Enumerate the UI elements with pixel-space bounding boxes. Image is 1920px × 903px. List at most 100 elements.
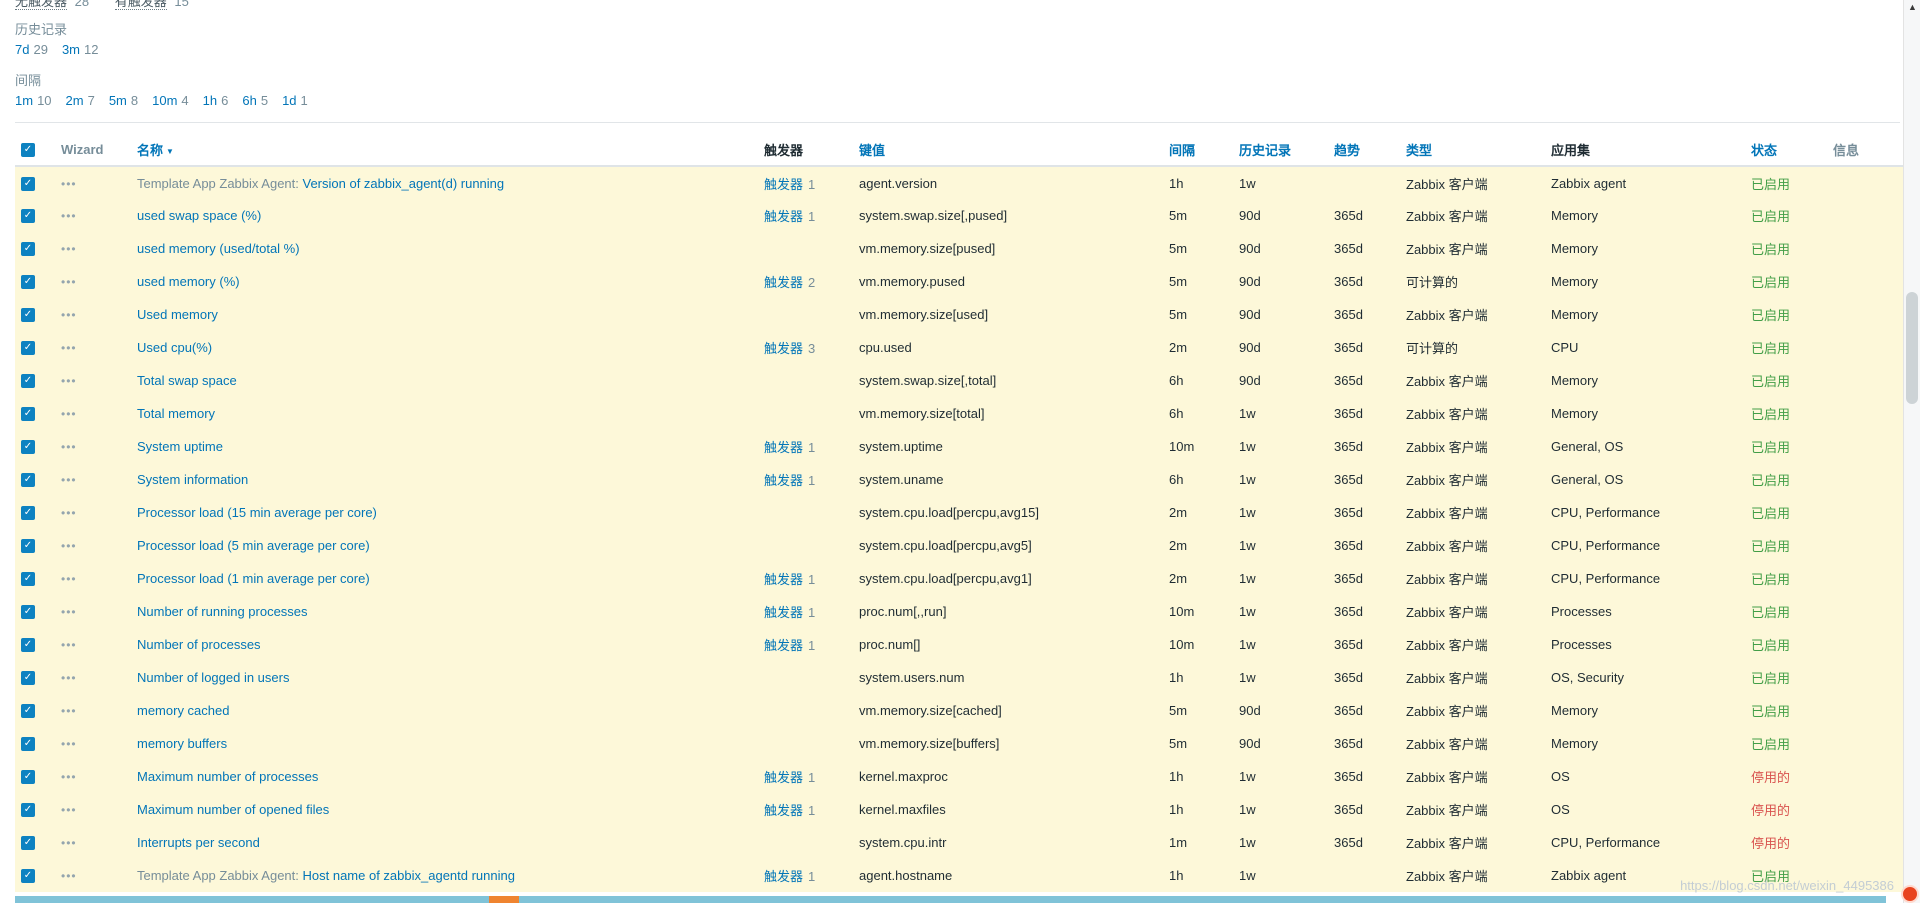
wizard-menu-icon[interactable]: •••	[61, 836, 77, 850]
item-name-link[interactable]: Maximum number of processes	[137, 769, 318, 784]
row-checkbox[interactable]: ✓	[21, 539, 35, 554]
wizard-menu-icon[interactable]: •••	[61, 374, 77, 388]
subfilter-option[interactable]: 1h 6	[203, 93, 229, 108]
sort-by-interval-link[interactable]: 间隔	[1169, 143, 1195, 158]
item-name-link[interactable]: memory buffers	[137, 736, 227, 751]
row-checkbox[interactable]: ✓	[21, 869, 35, 884]
scrollbar-thumb[interactable]	[1906, 292, 1918, 404]
subfilter-option-link[interactable]: 1d	[282, 93, 296, 108]
item-name-link[interactable]: Interrupts per second	[137, 835, 260, 850]
item-name-link[interactable]: Used cpu(%)	[137, 340, 212, 355]
item-status-link[interactable]: 已启用	[1751, 374, 1790, 389]
row-checkbox[interactable]: ✓	[21, 506, 35, 521]
trigger-link[interactable]: 触发器	[764, 177, 803, 192]
wizard-menu-icon[interactable]: •••	[61, 539, 77, 553]
subfilter-option[interactable]: 10m 4	[152, 93, 189, 108]
item-status-link[interactable]: 已启用	[1751, 671, 1790, 686]
row-checkbox[interactable]: ✓	[21, 704, 35, 719]
item-name-link[interactable]: used memory (used/total %)	[137, 241, 300, 256]
row-checkbox[interactable]: ✓	[21, 341, 35, 356]
trigger-link[interactable]: 触发器	[764, 275, 803, 290]
item-status-link[interactable]: 停用的	[1751, 803, 1790, 818]
wizard-menu-icon[interactable]: •••	[61, 440, 77, 454]
column-header-interval[interactable]: 间隔	[1161, 133, 1231, 167]
wizard-menu-icon[interactable]: •••	[61, 407, 77, 421]
column-header-type[interactable]: 类型	[1398, 133, 1543, 167]
row-checkbox[interactable]: ✓	[21, 242, 35, 257]
trigger-link[interactable]: 触发器	[764, 770, 803, 785]
item-status-link[interactable]: 已启用	[1751, 737, 1790, 752]
item-status-link[interactable]: 停用的	[1751, 836, 1790, 851]
wizard-menu-icon[interactable]: •••	[61, 308, 77, 322]
subfilter-option[interactable]: 3m 12	[62, 42, 99, 57]
wizard-menu-icon[interactable]: •••	[61, 473, 77, 487]
column-header-trends[interactable]: 趋势	[1326, 133, 1398, 167]
item-status-link[interactable]: 已启用	[1751, 275, 1790, 290]
subfilter-option-link[interactable]: 有触发器	[114, 0, 167, 10]
subfilter-option-link[interactable]: 2m	[66, 93, 84, 108]
item-status-link[interactable]: 停用的	[1751, 770, 1790, 785]
trigger-link[interactable]: 触发器	[764, 803, 803, 818]
subfilter-option[interactable]: 5m 8	[109, 93, 138, 108]
wizard-menu-icon[interactable]: •••	[61, 869, 77, 883]
item-template-prefix[interactable]: Template App Zabbix Agent:	[137, 176, 303, 191]
item-status-link[interactable]: 已启用	[1751, 704, 1790, 719]
sort-by-type-link[interactable]: 类型	[1406, 143, 1432, 158]
column-header-key[interactable]: 键值	[851, 133, 1161, 167]
select-all-checkbox[interactable]: ✓	[21, 142, 35, 157]
sort-by-key-link[interactable]: 键值	[859, 143, 885, 158]
wizard-menu-icon[interactable]: •••	[61, 605, 77, 619]
row-checkbox[interactable]: ✓	[21, 176, 35, 191]
item-status-link[interactable]: 已启用	[1751, 638, 1790, 653]
wizard-menu-icon[interactable]: •••	[61, 638, 77, 652]
item-name-link[interactable]: Number of processes	[137, 637, 261, 652]
wizard-menu-icon[interactable]: •••	[61, 209, 77, 223]
wizard-menu-icon[interactable]: •••	[61, 737, 77, 751]
row-checkbox[interactable]: ✓	[21, 605, 35, 620]
sort-by-trends-link[interactable]: 趋势	[1334, 143, 1360, 158]
item-name-link[interactable]: Processor load (1 min average per core)	[137, 571, 370, 586]
wizard-menu-icon[interactable]: •••	[61, 770, 77, 784]
subfilter-option-link[interactable]: 5m	[109, 93, 127, 108]
item-status-link[interactable]: 已启用	[1751, 209, 1790, 224]
item-name-link[interactable]: Processor load (5 min average per core)	[137, 538, 370, 553]
item-status-link[interactable]: 已启用	[1751, 440, 1790, 455]
subfilter-option[interactable]: 2m 7	[66, 93, 95, 108]
item-name-link[interactable]: Used memory	[137, 307, 218, 322]
subfilter-option[interactable]: 1m 10	[15, 93, 52, 108]
item-status-link[interactable]: 已启用	[1751, 473, 1790, 488]
item-status-link[interactable]: 已启用	[1751, 341, 1790, 356]
item-status-link[interactable]: 已启用	[1751, 177, 1790, 192]
item-name-link[interactable]: used swap space (%)	[137, 208, 261, 223]
scroll-up-icon[interactable]: ▲	[1908, 2, 1917, 12]
item-status-link[interactable]: 已启用	[1751, 308, 1790, 323]
item-status-link[interactable]: 已启用	[1751, 506, 1790, 521]
sort-by-history-link[interactable]: 历史记录	[1239, 143, 1291, 158]
column-header-history[interactable]: 历史记录	[1231, 133, 1326, 167]
item-name-link[interactable]: System uptime	[137, 439, 223, 454]
trigger-link[interactable]: 触发器	[764, 440, 803, 455]
item-name-link[interactable]: System information	[137, 472, 248, 487]
item-name-link[interactable]: Host name of zabbix_agentd running	[303, 868, 515, 883]
subfilter-option-link[interactable]: 1m	[15, 93, 33, 108]
wizard-menu-icon[interactable]: •••	[61, 671, 77, 685]
row-checkbox[interactable]: ✓	[21, 836, 35, 851]
subfilter-option-link[interactable]: 6h	[242, 93, 256, 108]
wizard-menu-icon[interactable]: •••	[61, 275, 77, 289]
row-checkbox[interactable]: ✓	[21, 209, 35, 224]
trigger-link[interactable]: 触发器	[764, 209, 803, 224]
wizard-menu-icon[interactable]: •••	[61, 704, 77, 718]
sort-by-status-link[interactable]: 状态	[1751, 143, 1777, 158]
row-checkbox[interactable]: ✓	[21, 737, 35, 752]
subfilter-option-link[interactable]: 无触发器	[15, 0, 68, 10]
row-checkbox[interactable]: ✓	[21, 473, 35, 488]
column-header-status[interactable]: 状态	[1743, 133, 1825, 167]
subfilter-option-link[interactable]: 3m	[62, 42, 80, 57]
item-name-link[interactable]: Number of running processes	[137, 604, 308, 619]
item-name-link[interactable]: Number of logged in users	[137, 670, 289, 685]
trigger-link[interactable]: 触发器	[764, 341, 803, 356]
row-checkbox[interactable]: ✓	[21, 671, 35, 686]
item-template-prefix[interactable]: Template App Zabbix Agent:	[137, 868, 303, 883]
subfilter-option[interactable]: 有触发器 15	[114, 0, 189, 10]
subfilter-option[interactable]: 无触发器 28	[15, 0, 93, 10]
